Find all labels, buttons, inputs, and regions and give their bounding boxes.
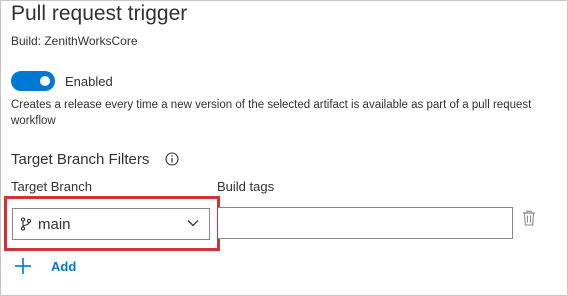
selected-branch-value: main (38, 216, 71, 233)
pull-request-trigger-panel: Pull request trigger Build: ZenithWorksC… (0, 0, 568, 296)
trigger-description: Creates a release every time a new versi… (11, 99, 532, 127)
build-tags-input[interactable] (218, 207, 513, 239)
add-button-label: Add (51, 259, 77, 274)
target-branch-dropdown[interactable]: main (12, 208, 210, 240)
trash-icon[interactable] (522, 210, 536, 226)
info-icon[interactable] (165, 152, 179, 166)
git-branch-icon (20, 217, 32, 231)
toggle-label: Enabled (65, 74, 113, 89)
build-subtitle: Build: ZenithWorksCore (11, 34, 138, 48)
toggle-knob (40, 76, 50, 86)
target-branch-label: Target Branch (11, 179, 92, 194)
section-title: Target Branch Filters (11, 151, 150, 168)
build-tags-label: Build tags (217, 179, 275, 194)
plus-icon (15, 258, 31, 274)
panel-title: Pull request trigger (11, 2, 188, 25)
enabled-toggle[interactable] (11, 71, 55, 91)
chevron-down-icon (187, 220, 199, 227)
